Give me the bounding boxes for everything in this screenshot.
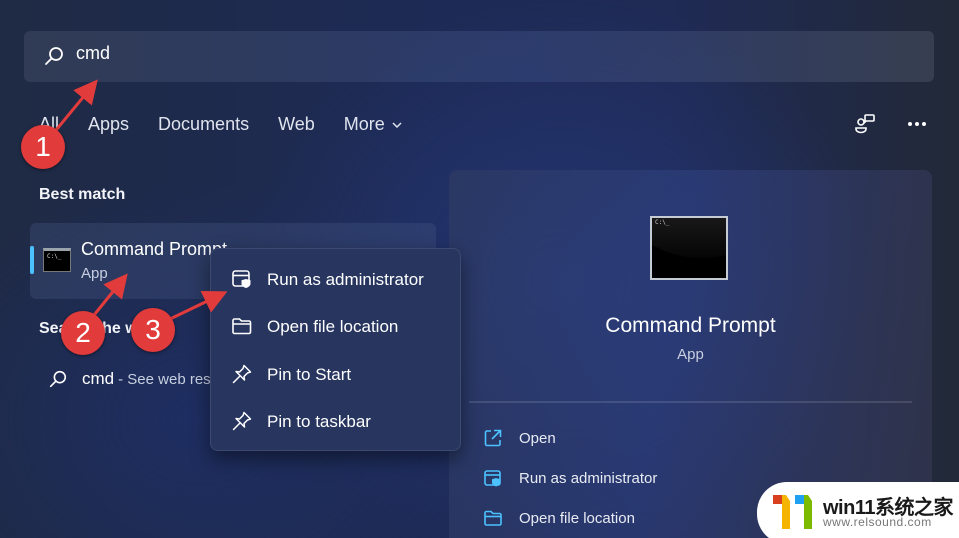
action-run-as-administrator[interactable]: Run as administrator <box>483 468 657 488</box>
people-chat-icon[interactable] <box>853 112 877 136</box>
annotation-badge-2: 2 <box>61 311 105 355</box>
search-box[interactable] <box>24 31 934 82</box>
action-open-file-location-label: Open file location <box>519 509 635 527</box>
shield-window-icon <box>484 470 501 487</box>
menu-item-label: Open file location <box>267 317 399 336</box>
folder-icon <box>232 318 252 335</box>
header-actions <box>853 112 927 136</box>
win11-logo-icon <box>773 495 812 529</box>
divider <box>469 401 912 403</box>
search-icon <box>49 370 67 388</box>
menu-item-label: Run as administrator <box>267 270 424 289</box>
menu-item-label: Pin to Start <box>267 365 352 384</box>
best-match-heading: Best match <box>39 186 126 203</box>
result-type: App <box>81 265 108 282</box>
watermark-url: www.relsound.com <box>823 515 932 529</box>
annotation-badge-3: 3 <box>131 308 175 352</box>
folder-icon <box>484 510 502 526</box>
tab-web-label: Web <box>278 114 315 134</box>
menu-item-pin-to-taskbar[interactable]: Pin to taskbar <box>211 400 460 444</box>
tab-documents-label: Documents <box>158 114 250 134</box>
open-external-icon <box>484 429 502 447</box>
detail-subtitle: App <box>677 346 704 363</box>
pin-icon <box>232 411 252 431</box>
tab-more-label: More <box>343 114 385 134</box>
filter-tabs: All Apps Documents Web More <box>39 114 432 135</box>
menu-item-label: Pin to taskbar <box>267 412 371 431</box>
search-icon <box>45 47 63 65</box>
watermark: win11系统之家 www.relsound.com <box>757 482 959 538</box>
tab-apps[interactable]: Apps <box>88 114 129 135</box>
command-prompt-large-icon: C:\_ <box>650 216 728 280</box>
action-open-label: Open <box>519 429 556 447</box>
result-name: Command Prompt <box>81 239 228 259</box>
annotation-badge-1: 1 <box>21 125 65 169</box>
tab-web[interactable]: Web <box>278 114 315 135</box>
menu-item-pin-to-start[interactable]: Pin to Start <box>211 353 460 397</box>
search-input[interactable] <box>76 43 476 64</box>
context-menu: Run as administrator Open file location … <box>210 248 461 451</box>
pin-icon <box>232 364 252 384</box>
more-ellipsis-icon[interactable] <box>907 121 927 127</box>
menu-item-run-as-administrator[interactable]: Run as administrator <box>211 258 460 302</box>
web-search-result[interactable]: cmd - See web res <box>48 369 211 389</box>
web-query: cmd <box>82 369 115 388</box>
web-query-suffix: - See web res <box>118 370 211 388</box>
tab-apps-label: Apps <box>88 114 130 134</box>
menu-item-open-file-location[interactable]: Open file location <box>211 305 460 349</box>
tab-more[interactable]: More <box>344 114 403 135</box>
action-run-as-administrator-label: Run as administrator <box>519 469 658 487</box>
detail-title: Command Prompt <box>605 314 776 337</box>
action-open[interactable]: Open <box>483 428 556 448</box>
tab-documents[interactable]: Documents <box>158 114 249 135</box>
selection-indicator <box>30 246 34 274</box>
action-open-file-location[interactable]: Open file location <box>483 508 635 528</box>
command-prompt-icon: C:\_ <box>43 248 71 272</box>
shield-window-icon <box>232 270 251 288</box>
chevron-down-icon <box>392 121 402 128</box>
